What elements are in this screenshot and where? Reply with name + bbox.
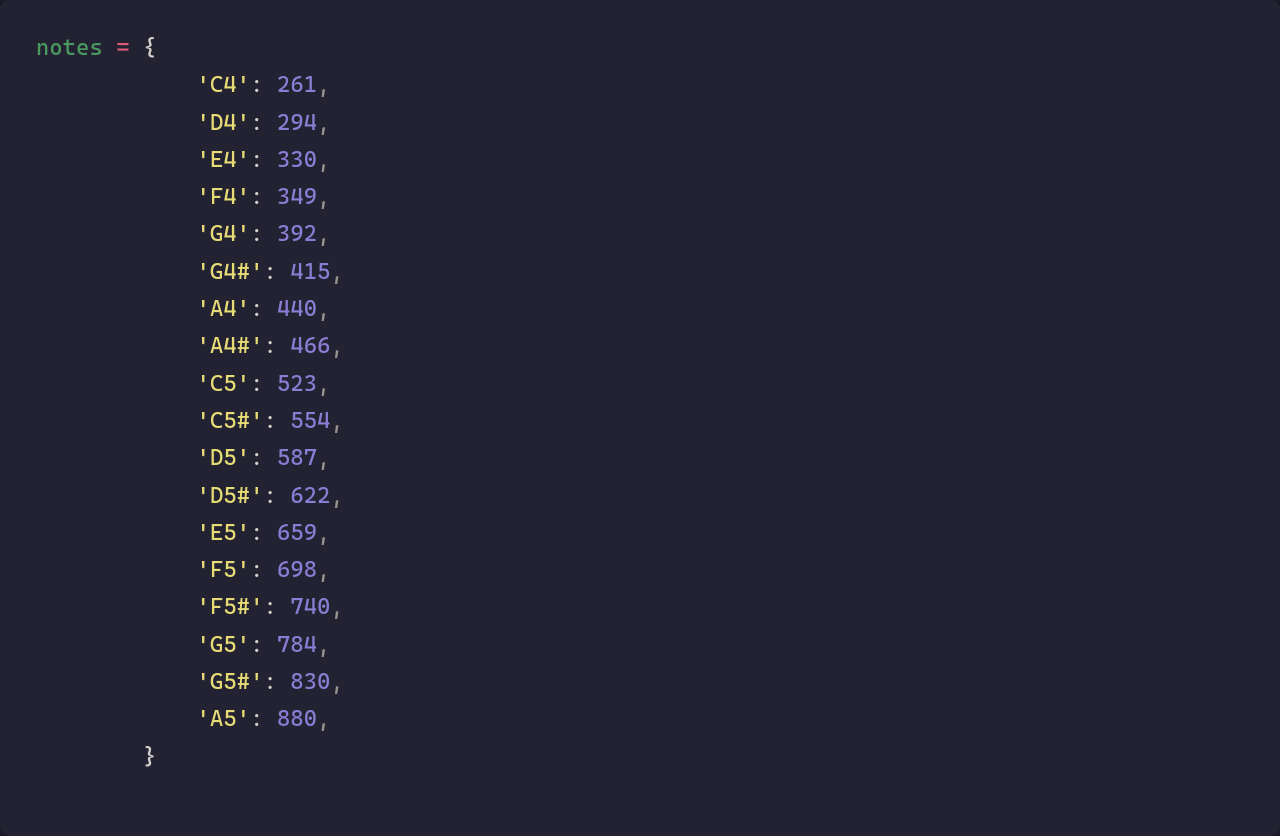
dict-key: 'A5' bbox=[197, 706, 251, 732]
colon: : bbox=[264, 483, 291, 509]
variable-name: notes bbox=[36, 35, 103, 61]
dict-value: 349 bbox=[277, 184, 317, 210]
dict-value: 440 bbox=[277, 296, 317, 322]
dict-key: 'E5' bbox=[197, 520, 251, 546]
colon: : bbox=[250, 706, 277, 732]
colon: : bbox=[250, 296, 277, 322]
dict-key: 'D5' bbox=[197, 445, 251, 471]
dict-value: 523 bbox=[277, 371, 317, 397]
dict-value: 659 bbox=[277, 520, 317, 546]
dict-key: 'G4' bbox=[197, 221, 251, 247]
colon: : bbox=[250, 147, 277, 173]
comma: , bbox=[330, 408, 343, 434]
dict-key: 'F5#' bbox=[197, 594, 264, 620]
comma: , bbox=[317, 184, 330, 210]
dict-value: 830 bbox=[290, 669, 330, 695]
dict-key: 'C5' bbox=[197, 371, 251, 397]
dict-key: 'A4#' bbox=[197, 333, 264, 359]
comma: , bbox=[317, 296, 330, 322]
dict-key: 'F5' bbox=[197, 557, 251, 583]
dict-key: 'E4' bbox=[197, 147, 251, 173]
comma: , bbox=[330, 669, 343, 695]
colon: : bbox=[264, 594, 291, 620]
comma: , bbox=[317, 371, 330, 397]
comma: , bbox=[317, 557, 330, 583]
colon: : bbox=[250, 184, 277, 210]
dict-value: 622 bbox=[290, 483, 330, 509]
colon: : bbox=[264, 333, 291, 359]
dict-value: 880 bbox=[277, 706, 317, 732]
code-block[interactable]: notes = { 'C4': 261, 'D4': 294, 'E4': 33… bbox=[0, 0, 1280, 836]
colon: : bbox=[264, 408, 291, 434]
comma: , bbox=[317, 221, 330, 247]
comma: , bbox=[317, 632, 330, 658]
colon: : bbox=[264, 259, 291, 285]
comma: , bbox=[330, 333, 343, 359]
dict-value: 740 bbox=[290, 594, 330, 620]
dict-key: 'A4' bbox=[197, 296, 251, 322]
dict-key: 'D5#' bbox=[197, 483, 264, 509]
colon: : bbox=[250, 110, 277, 136]
dict-key: 'C4' bbox=[197, 72, 251, 98]
dict-key: 'F4' bbox=[197, 184, 251, 210]
colon: : bbox=[250, 221, 277, 247]
dict-key: 'C5#' bbox=[197, 408, 264, 434]
dict-key: 'G4#' bbox=[197, 259, 264, 285]
dict-value: 698 bbox=[277, 557, 317, 583]
colon: : bbox=[264, 669, 291, 695]
colon: : bbox=[250, 520, 277, 546]
colon: : bbox=[250, 72, 277, 98]
dict-value: 261 bbox=[277, 72, 317, 98]
dict-key: 'D4' bbox=[197, 110, 251, 136]
comma: , bbox=[330, 259, 343, 285]
comma: , bbox=[317, 706, 330, 732]
closing-indent bbox=[36, 744, 143, 770]
comma: , bbox=[317, 445, 330, 471]
dict-value: 554 bbox=[290, 408, 330, 434]
comma: , bbox=[317, 110, 330, 136]
comma: , bbox=[330, 483, 343, 509]
comma: , bbox=[330, 594, 343, 620]
colon: : bbox=[250, 371, 277, 397]
comma: , bbox=[317, 147, 330, 173]
dict-value: 294 bbox=[277, 110, 317, 136]
dict-value: 784 bbox=[277, 632, 317, 658]
open-brace: { bbox=[143, 35, 156, 61]
dict-key: 'G5#' bbox=[197, 669, 264, 695]
dict-key: 'G5' bbox=[197, 632, 251, 658]
dict-value: 330 bbox=[277, 147, 317, 173]
dict-value: 466 bbox=[290, 333, 330, 359]
dict-value: 392 bbox=[277, 221, 317, 247]
close-brace: } bbox=[143, 744, 156, 770]
colon: : bbox=[250, 632, 277, 658]
assignment-operator: = bbox=[116, 35, 129, 61]
dict-value: 415 bbox=[290, 259, 330, 285]
colon: : bbox=[250, 445, 277, 471]
comma: , bbox=[317, 72, 330, 98]
comma: , bbox=[317, 520, 330, 546]
dict-value: 587 bbox=[277, 445, 317, 471]
colon: : bbox=[250, 557, 277, 583]
